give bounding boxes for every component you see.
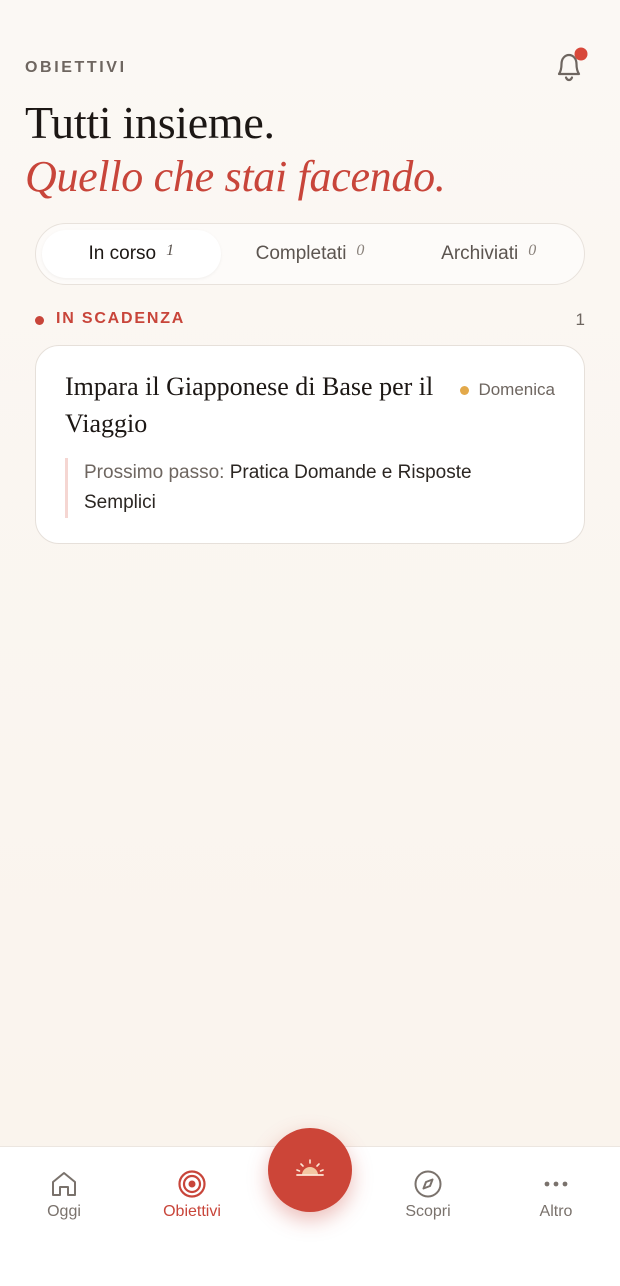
tab-label: Completati bbox=[255, 243, 347, 264]
tab-count: 1 bbox=[166, 242, 175, 259]
nav-oggi[interactable]: Oggi bbox=[14, 1167, 114, 1221]
due-day-dot bbox=[460, 385, 470, 395]
nav-altro[interactable]: Altro bbox=[506, 1167, 606, 1221]
notifications-button[interactable] bbox=[548, 45, 590, 87]
tab-label: Archiviati bbox=[441, 243, 519, 264]
next-step-prefix: Prossimo passo: bbox=[84, 462, 225, 483]
due-section-count: 1 bbox=[575, 310, 585, 329]
due-section-header: IN SCADENZA 1 bbox=[35, 308, 585, 332]
tab-archiviati[interactable]: Archiviati 0 bbox=[399, 230, 578, 278]
nav-scopri[interactable]: Scopri bbox=[378, 1167, 478, 1221]
page-heading: Tutti insieme. Quello che stai facendo. bbox=[25, 96, 446, 204]
nav-label: Oggi bbox=[47, 1203, 81, 1220]
nav-obiettivi[interactable]: Obiettivi bbox=[142, 1167, 242, 1221]
tab-label: In corso bbox=[88, 243, 157, 264]
section-label: OBIETTIVI bbox=[25, 59, 127, 76]
page-title: Tutti insieme. bbox=[25, 97, 275, 148]
compass-icon bbox=[414, 1170, 442, 1198]
bell-icon bbox=[557, 47, 588, 82]
goal-title: Impara il Giapponese di Base per il Viag… bbox=[65, 372, 434, 438]
nav-label: Obiettivi bbox=[163, 1203, 221, 1220]
nav-label: Altro bbox=[539, 1203, 573, 1220]
notification-badge bbox=[574, 47, 588, 61]
tab-count: 0 bbox=[356, 242, 365, 259]
tab-completati[interactable]: Completati 0 bbox=[221, 230, 400, 278]
sunrise-icon bbox=[296, 1159, 324, 1176]
due-day-label: Domenica bbox=[478, 380, 555, 399]
today-action-button[interactable] bbox=[268, 1128, 352, 1212]
page-subtitle: Quello che stai facendo. bbox=[25, 152, 446, 201]
nav-label: Scopri bbox=[405, 1203, 451, 1220]
due-section-label: IN SCADENZA bbox=[56, 310, 186, 327]
target-icon bbox=[178, 1170, 206, 1198]
due-indicator-dot bbox=[35, 316, 44, 325]
more-icon bbox=[544, 1181, 568, 1187]
goal-card[interactable]: Impara il Giapponese di Base per il Viag… bbox=[35, 345, 585, 544]
tab-count: 0 bbox=[528, 242, 537, 259]
home-icon bbox=[52, 1172, 76, 1196]
top-bar: OBIETTIVI bbox=[25, 45, 590, 95]
goal-tabs: In corso 1 Completati 0 Archiviati 0 bbox=[35, 223, 585, 285]
goal-due-day: Domenica bbox=[460, 380, 555, 400]
tab-in-corso[interactable]: In corso 1 bbox=[42, 230, 221, 278]
next-step: Prossimo passo: Pratica Domande e Rispos… bbox=[65, 458, 535, 518]
